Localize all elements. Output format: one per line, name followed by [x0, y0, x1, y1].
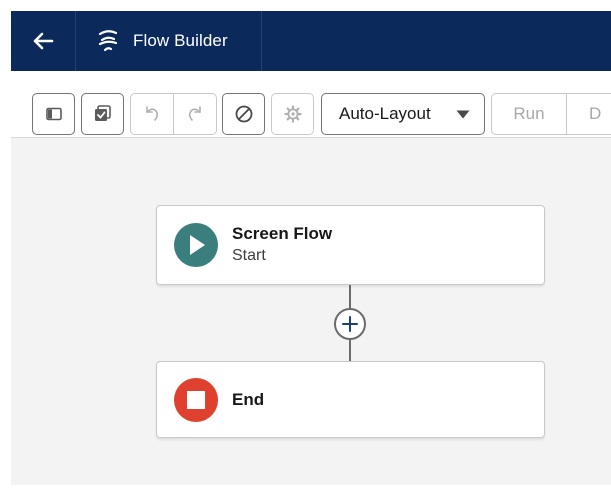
run-label: Run [513, 104, 545, 123]
end-node[interactable]: End [156, 361, 545, 438]
undo-icon [146, 106, 159, 121]
caret-down-icon [456, 110, 470, 119]
check-errors-button[interactable] [81, 93, 124, 135]
run-debug-group: Run D [491, 93, 611, 135]
end-node-text: End [232, 389, 264, 411]
debug-label: D [589, 104, 602, 123]
settings-button[interactable] [271, 93, 314, 135]
end-node-title: End [232, 389, 265, 409]
cancel-button[interactable] [222, 93, 265, 135]
undo-redo-group [130, 93, 217, 135]
gear-icon [283, 105, 302, 123]
toolbar: Auto-Layout Run D [11, 71, 611, 138]
start-node-subtitle: Start [232, 247, 266, 264]
play-icon [174, 223, 218, 267]
redo-button[interactable] [173, 94, 216, 134]
flow-icon [97, 29, 119, 53]
start-node-text: Screen Flow Start [232, 223, 332, 267]
stop-icon [174, 377, 218, 422]
debug-button[interactable]: D [567, 94, 601, 134]
app-header: Flow Builder [11, 11, 611, 71]
run-button[interactable]: Run [492, 94, 567, 134]
checkbox-stack-icon [94, 105, 111, 121]
start-node-title: Screen Flow [232, 224, 333, 243]
app-title-area: Flow Builder [76, 11, 262, 71]
flow-canvas[interactable]: Screen Flow Start End [11, 138, 611, 485]
redo-icon [188, 106, 201, 121]
arrow-left-icon [33, 32, 54, 50]
flow-builder-window: Flow Builder Auto-Layout Run D Screen Fl… [11, 11, 611, 485]
toggle-panel-button[interactable] [32, 93, 75, 135]
undo-button[interactable] [131, 94, 173, 134]
add-element-button[interactable] [334, 308, 366, 340]
panel-left-icon [45, 107, 62, 121]
app-title: Flow Builder [133, 31, 228, 50]
add-icon [342, 316, 358, 332]
back-button[interactable] [11, 11, 76, 71]
layout-select-value: Auto-Layout [339, 104, 431, 123]
start-node[interactable]: Screen Flow Start [156, 205, 545, 285]
ban-icon [235, 105, 252, 123]
layout-select[interactable]: Auto-Layout [321, 93, 485, 135]
